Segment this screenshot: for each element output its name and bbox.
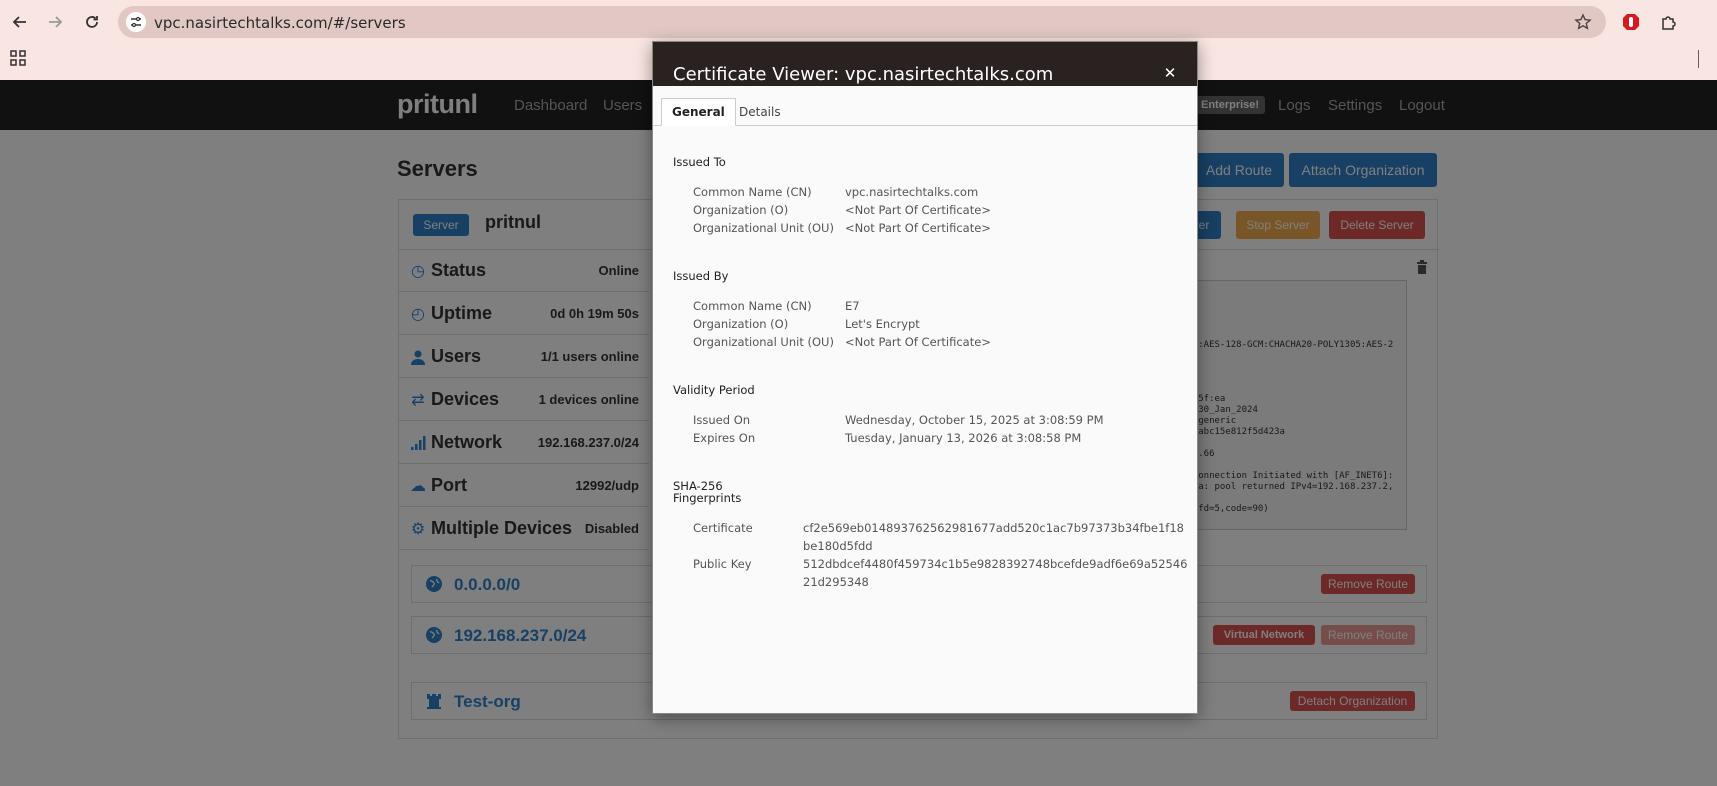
field-value: cf2e569eb014893762562981677add520c1ac7b9… [803, 521, 1184, 553]
field-key: Common Name (CN) [693, 185, 812, 199]
fingerprints-heading-line2: Fingerprints [673, 491, 742, 505]
field-value: Let's Encrypt [845, 317, 920, 331]
tab-details[interactable]: Details [729, 98, 791, 126]
field-key: Certificate [693, 521, 753, 535]
field-key: Expires On [693, 431, 756, 445]
close-icon[interactable]: ✕ [1161, 64, 1179, 82]
field-value: 512dbdcef4480f459734c1b5e9828392748bcefd… [803, 557, 1188, 589]
tab-general[interactable]: General [661, 98, 736, 126]
extension-adblock-icon[interactable] [1620, 11, 1642, 33]
forward-icon[interactable] [45, 12, 65, 32]
field-value: Tuesday, January 13, 2026 at 3:08:58 PM [845, 431, 1082, 445]
issued-by-heading: Issued By [673, 269, 729, 283]
site-info-icon[interactable] [126, 12, 146, 32]
tab-strip: General Details [653, 86, 1197, 126]
field-key: Issued On [693, 413, 751, 427]
dialog-header: Certificate Viewer: vpc.nasirtechtalks.c… [653, 42, 1197, 86]
field-value: <Not Part Of Certificate> [845, 335, 991, 349]
bookmarks-divider [1698, 50, 1699, 68]
issued-to-heading: Issued To [673, 155, 726, 169]
reload-icon[interactable] [82, 12, 102, 32]
field-value: <Not Part Of Certificate> [845, 203, 991, 217]
back-icon[interactable] [10, 12, 30, 32]
field-value: vpc.nasirtechtalks.com [845, 185, 979, 199]
validity-heading: Validity Period [673, 383, 755, 397]
field-value: E7 [845, 299, 860, 313]
url-text: vpc.nasirtechtalks.com/#/servers [154, 14, 406, 32]
field-key: Common Name (CN) [693, 299, 812, 313]
address-bar[interactable]: vpc.nasirtechtalks.com/#/servers [118, 6, 1606, 38]
bookmark-star-icon[interactable] [1574, 13, 1592, 36]
extensions-puzzle-icon[interactable] [1658, 11, 1680, 33]
field-key: Organizational Unit (OU) [693, 221, 834, 235]
field-key: Organization (O) [693, 203, 789, 217]
field-key: Public Key [693, 557, 752, 571]
field-key: Organization (O) [693, 317, 789, 331]
certificate-viewer-dialog: Certificate Viewer: vpc.nasirtechtalks.c… [652, 41, 1198, 714]
field-value: <Not Part Of Certificate> [845, 221, 991, 235]
field-value: Wednesday, October 15, 2025 at 3:08:59 P… [845, 413, 1104, 427]
field-key: Organizational Unit (OU) [693, 335, 834, 349]
dialog-title: Certificate Viewer: vpc.nasirtechtalks.c… [673, 64, 1054, 85]
apps-grid-icon[interactable] [10, 50, 26, 66]
